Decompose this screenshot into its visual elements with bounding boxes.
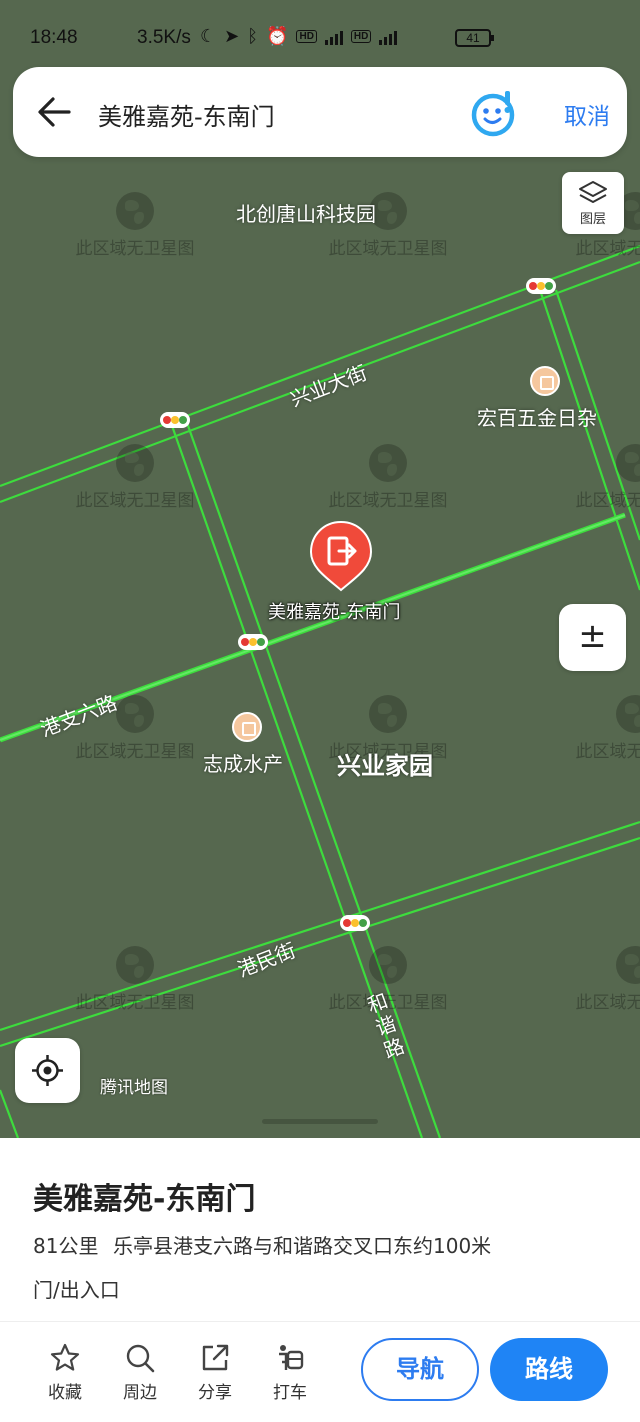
zoom-button[interactable]: ±: [559, 604, 626, 671]
watermark: 此区域无卫星图: [65, 946, 205, 1013]
moon-icon: ☾: [200, 26, 217, 46]
shop-poi-icon[interactable]: [232, 712, 262, 742]
crosshair-icon: [32, 1055, 63, 1086]
cancel-button[interactable]: 取消: [564, 97, 610, 131]
watermark: 此区域无卫星图: [565, 695, 640, 762]
location-marker-icon[interactable]: [309, 520, 373, 592]
place-distance: 81公里: [33, 1234, 99, 1258]
search-query[interactable]: 美雅嘉苑-东南门: [98, 97, 275, 132]
watermark: 此区域无卫星图: [65, 444, 205, 511]
map-provider-logo: 腾讯地图: [100, 1078, 168, 1098]
layers-icon: [579, 181, 607, 203]
hd-icon: HD: [350, 30, 372, 43]
network-speed: 3.5K/s: [137, 27, 191, 48]
navigate-button[interactable]: 导航: [361, 1338, 479, 1401]
taxi-label: 打车: [273, 1383, 307, 1403]
map-label-shop[interactable]: 志成水产: [203, 748, 283, 777]
map-label-park[interactable]: 北创唐山科技园: [236, 198, 376, 227]
place-address: 乐亭县港支六路与和谐路交叉口东约100米: [113, 1234, 492, 1258]
layers-label: 图层: [579, 212, 606, 227]
nearby-label: 周边: [123, 1383, 157, 1403]
signal-icon: [379, 29, 398, 45]
status-bar: 18:48 3.5K/s ☾ ➤ ᛒ ⏰ HD HD 41: [0, 0, 640, 60]
map-label-shop[interactable]: 宏百五金日杂: [477, 402, 597, 431]
watermark: 此区域无卫星图: [565, 946, 640, 1013]
voice-assistant-icon[interactable]: [469, 87, 521, 139]
marker-label: 美雅嘉苑-东南门: [268, 602, 401, 623]
back-arrow-icon[interactable]: [33, 90, 77, 134]
nearby-button[interactable]: 周边: [110, 1342, 170, 1403]
signal-icon: [324, 29, 343, 45]
taxi-icon: [279, 1345, 304, 1370]
bluetooth-icon: ᛒ: [247, 26, 259, 46]
locate-button[interactable]: [15, 1038, 80, 1103]
divider: [0, 1321, 640, 1322]
search-icon: [126, 1344, 155, 1373]
favorite-button[interactable]: 收藏: [35, 1342, 95, 1403]
place-type: 门/出入口: [33, 1278, 120, 1302]
taxi-button[interactable]: 打车: [260, 1342, 320, 1403]
drag-handle[interactable]: [262, 1119, 378, 1124]
location-arrow-icon: ➤: [224, 26, 240, 46]
shop-poi-icon[interactable]: [530, 366, 560, 396]
status-time: 18:48: [30, 27, 78, 48]
star-icon: [50, 1343, 80, 1371]
layers-button[interactable]: 图层: [562, 172, 624, 234]
hd-icon: HD: [296, 30, 317, 43]
alarm-icon: ⏰: [266, 26, 289, 46]
watermark: 此区域无卫星图: [65, 192, 205, 259]
share-button[interactable]: 分享: [185, 1342, 245, 1403]
map-label-area[interactable]: 兴业家园: [337, 746, 433, 781]
watermark: 此区域无卫星图: [318, 444, 458, 511]
share-icon: [202, 1344, 229, 1371]
map-view[interactable]: 此区域无卫星图 此区域无卫星图 此区域无卫星图 此区域无卫星图 此区域无卫星图 …: [0, 0, 640, 1138]
battery-icon: 41: [455, 29, 494, 47]
favorite-label: 收藏: [48, 1383, 82, 1403]
watermark: 此区域无卫星图: [565, 444, 640, 511]
search-bar[interactable]: 美雅嘉苑-东南门 取消: [13, 67, 627, 157]
place-name: 美雅嘉苑-东南门: [33, 1182, 256, 1217]
route-button[interactable]: 路线: [490, 1338, 608, 1401]
share-label: 分享: [198, 1383, 232, 1403]
